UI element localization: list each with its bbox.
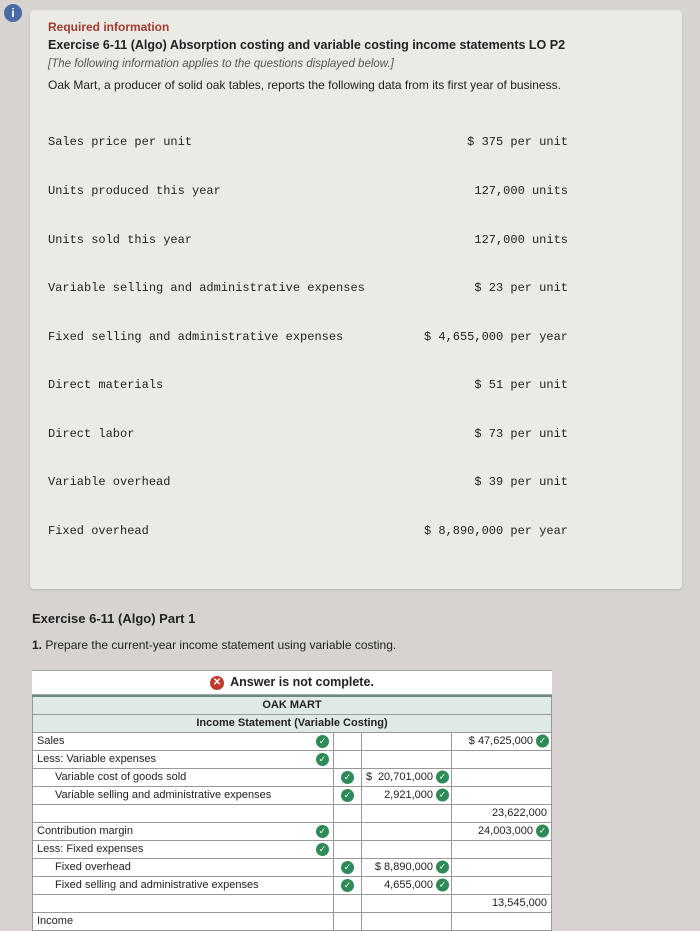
row-label[interactable]: Less: Fixed expenses bbox=[37, 843, 143, 855]
check-icon: ✓ bbox=[436, 789, 449, 802]
row-label[interactable]: Contribution margin bbox=[37, 825, 133, 837]
cell-value: 23,622,000 bbox=[492, 807, 547, 819]
table-row: Income bbox=[33, 912, 552, 930]
check-icon: ✓ bbox=[341, 771, 354, 784]
data-label: Fixed overhead bbox=[48, 523, 388, 539]
check-icon: ✓ bbox=[316, 753, 329, 766]
row-label[interactable]: Variable cost of goods sold bbox=[33, 768, 334, 786]
table-row: 13,545,000 bbox=[33, 894, 552, 912]
data-label: Variable selling and administrative expe… bbox=[48, 280, 388, 296]
data-value: 127,000 units bbox=[388, 232, 568, 248]
data-value: $ 39 per unit bbox=[388, 474, 568, 490]
step-text: Prepare the current-year income statemen… bbox=[45, 638, 396, 652]
check-icon: ✓ bbox=[341, 789, 354, 802]
row-label[interactable]: Income bbox=[33, 912, 334, 930]
part-title: Exercise 6-11 (Algo) Part 1 bbox=[30, 611, 682, 626]
data-value: $ 51 per unit bbox=[388, 377, 568, 393]
table-row: Variable selling and administrative expe… bbox=[33, 786, 552, 804]
cell-value[interactable]: 24,003,000 bbox=[478, 825, 533, 837]
data-value: $ 8,890,000 per year bbox=[388, 523, 568, 539]
table-row: 23,622,000 bbox=[33, 804, 552, 822]
data-value: $ 375 per unit bbox=[388, 134, 568, 150]
check-icon: ✓ bbox=[316, 825, 329, 838]
data-label: Units produced this year bbox=[48, 183, 388, 199]
description: Oak Mart, a producer of solid oak tables… bbox=[48, 78, 664, 92]
data-value: $ 4,655,000 per year bbox=[388, 329, 568, 345]
data-value: 127,000 units bbox=[388, 183, 568, 199]
cell-value[interactable]: $ 47,625,000 bbox=[469, 735, 533, 747]
cell-value[interactable]: $ 8,890,000 bbox=[375, 861, 433, 873]
data-label: Units sold this year bbox=[48, 232, 388, 248]
row-label[interactable]: Fixed overhead bbox=[33, 858, 334, 876]
x-icon: ✕ bbox=[210, 676, 224, 690]
table-row: Fixed selling and administrative expense… bbox=[33, 876, 552, 894]
step-num: 1. bbox=[32, 638, 42, 652]
check-icon: ✓ bbox=[536, 825, 549, 838]
data-label: Fixed selling and administrative expense… bbox=[48, 329, 388, 345]
check-icon: ✓ bbox=[436, 861, 449, 874]
instruction: 1. Prepare the current-year income state… bbox=[30, 638, 682, 652]
dollar-sign: $ bbox=[366, 771, 372, 783]
data-value: $ 73 per unit bbox=[388, 426, 568, 442]
info-card: i Required information Exercise 6-11 (Al… bbox=[30, 10, 682, 589]
data-block: Sales price per unit$ 375 per unit Units… bbox=[48, 102, 664, 571]
check-icon: ✓ bbox=[436, 879, 449, 892]
table-header-title: Income Statement (Variable Costing) bbox=[33, 714, 552, 732]
table-row: Less: Fixed expenses ✓ bbox=[33, 840, 552, 858]
row-label[interactable]: Sales bbox=[37, 735, 65, 747]
answer-banner: ✕ Answer is not complete. bbox=[32, 670, 552, 695]
table-row: Fixed overhead ✓ $ 8,890,000✓ bbox=[33, 858, 552, 876]
cell-value: 13,545,000 bbox=[492, 897, 547, 909]
required-label: Required information bbox=[48, 20, 664, 34]
info-icon: i bbox=[4, 4, 22, 22]
income-statement-table: OAK MART Income Statement (Variable Cost… bbox=[32, 695, 552, 931]
banner-text: Answer is not complete. bbox=[230, 675, 374, 689]
info-note: [The following information applies to th… bbox=[48, 58, 664, 70]
table-row: Variable cost of goods sold ✓ $20,701,00… bbox=[33, 768, 552, 786]
data-label: Variable overhead bbox=[48, 474, 388, 490]
check-icon: ✓ bbox=[536, 735, 549, 748]
table-row: Less: Variable expenses ✓ bbox=[33, 750, 552, 768]
cell-value[interactable]: 20,701,000 bbox=[378, 771, 433, 783]
data-label: Direct materials bbox=[48, 377, 388, 393]
cell-value[interactable]: 4,655,000 bbox=[384, 879, 433, 891]
cell-value[interactable]: 2,921,000 bbox=[384, 789, 433, 801]
check-icon: ✓ bbox=[316, 735, 329, 748]
check-icon: ✓ bbox=[436, 771, 449, 784]
data-label: Direct labor bbox=[48, 426, 388, 442]
row-label[interactable]: Less: Variable expenses bbox=[37, 753, 156, 765]
data-value: $ 23 per unit bbox=[388, 280, 568, 296]
check-icon: ✓ bbox=[316, 843, 329, 856]
table-row: Sales✓ $ 47,625,000✓ bbox=[33, 732, 552, 750]
check-icon: ✓ bbox=[341, 861, 354, 874]
table-header-company: OAK MART bbox=[33, 696, 552, 714]
check-icon: ✓ bbox=[341, 879, 354, 892]
row-label[interactable]: Variable selling and administrative expe… bbox=[33, 786, 334, 804]
data-label: Sales price per unit bbox=[48, 134, 388, 150]
exercise-title: Exercise 6-11 (Algo) Absorption costing … bbox=[48, 38, 664, 52]
row-label[interactable]: Fixed selling and administrative expense… bbox=[33, 876, 334, 894]
table-row: Contribution margin✓ 24,003,000✓ bbox=[33, 822, 552, 840]
